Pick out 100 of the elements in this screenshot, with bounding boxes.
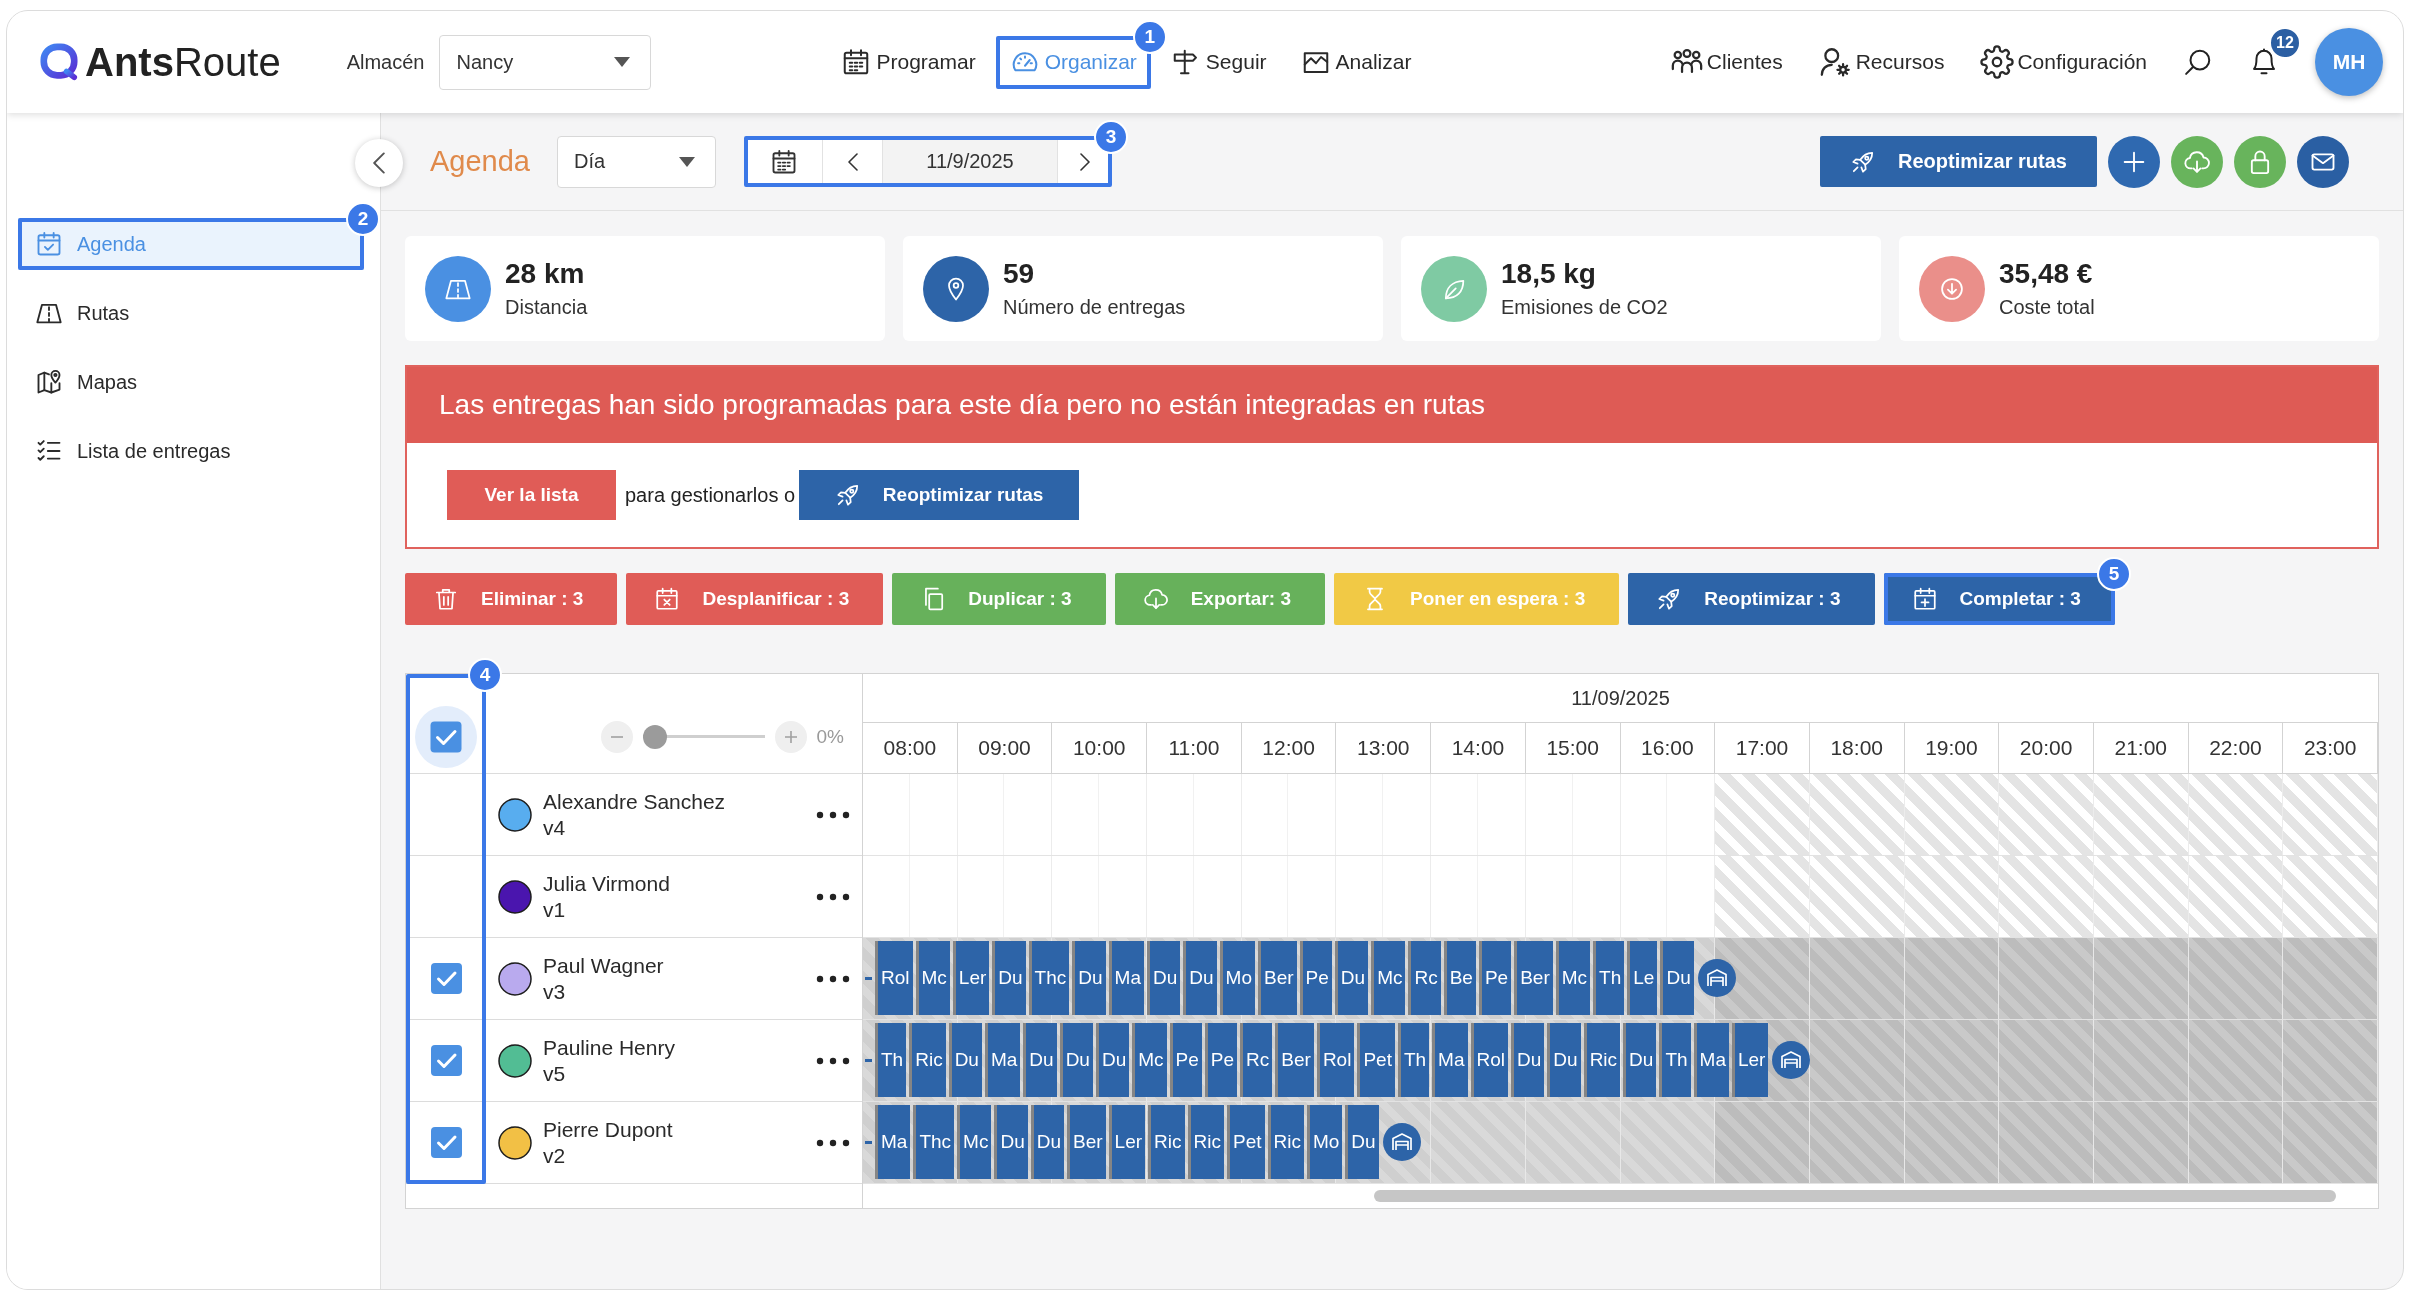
task-block[interactable]: Mo	[1306, 1105, 1343, 1179]
task-block[interactable]: Ric	[1187, 1105, 1224, 1179]
task-block[interactable]: Mo	[1219, 941, 1255, 1015]
more-icon[interactable]	[816, 974, 850, 983]
task-block[interactable]: Du	[1660, 941, 1694, 1015]
task-block[interactable]: Mc	[1555, 941, 1591, 1015]
email-button[interactable]	[2297, 135, 2349, 188]
more-icon[interactable]	[816, 892, 850, 901]
task-block[interactable]: Ler	[952, 941, 990, 1015]
slider-thumb[interactable]	[642, 724, 667, 749]
user-avatar[interactable]: MH	[2315, 28, 2383, 96]
task-block[interactable]: Du	[948, 1023, 982, 1097]
task-block[interactable]: Be	[1443, 941, 1476, 1015]
task-block[interactable]: Pet	[1357, 1023, 1395, 1097]
task-block[interactable]: Ma	[1693, 1023, 1729, 1097]
task-block[interactable]: Du	[1030, 1105, 1064, 1179]
task-block[interactable]: Ler	[1731, 1023, 1769, 1097]
task-block[interactable]: Le	[1627, 941, 1658, 1015]
task-block[interactable]: Ma	[875, 1105, 911, 1179]
task-block[interactable]: Pe	[1169, 1023, 1202, 1097]
task-block[interactable]: Pe	[1478, 941, 1512, 1015]
task-block[interactable]: Th	[875, 1023, 907, 1097]
task-block[interactable]: Pe	[1299, 941, 1332, 1015]
task-block[interactable]: Ric	[909, 1023, 946, 1097]
select-all-checkbox[interactable]	[415, 705, 477, 768]
task-block[interactable]: Mc	[957, 1105, 992, 1179]
action-button[interactable]: Eliminar : 3	[405, 573, 618, 625]
sidebar-item[interactable]: Rutas	[18, 287, 364, 339]
task-block[interactable]: Ler	[1108, 1105, 1146, 1179]
task-block[interactable]: Ric	[1267, 1105, 1304, 1179]
task-block[interactable]: Rol	[1316, 1023, 1355, 1097]
more-icon[interactable]	[816, 1138, 850, 1147]
task-block[interactable]: Du	[1511, 1023, 1545, 1097]
task-block[interactable]: Du	[1147, 941, 1181, 1015]
view-dropdown[interactable]: Día	[557, 135, 716, 188]
task-block[interactable]: Ric	[1583, 1023, 1621, 1097]
more-icon[interactable]	[816, 810, 850, 819]
download-button[interactable]	[2171, 135, 2223, 188]
task-block[interactable]: Ber	[1275, 1023, 1314, 1097]
task-block[interactable]: Thc	[913, 1105, 955, 1179]
add-button[interactable]	[2108, 135, 2160, 188]
task-block[interactable]: Ber	[1258, 941, 1297, 1015]
task-block[interactable]: Du	[1095, 1023, 1130, 1097]
action-button[interactable]: Desplanificar : 3	[626, 573, 884, 625]
task-block[interactable]: Du	[1547, 1023, 1581, 1097]
nav-link[interactable]: Configuración	[1980, 45, 2147, 79]
checkbox[interactable]	[430, 963, 462, 994]
search-icon[interactable]	[2183, 47, 2213, 77]
task-block[interactable]: Ber	[1514, 941, 1553, 1015]
reoptimize-routes-button[interactable]: Reoptimizar rutas	[1820, 136, 2097, 187]
task-block[interactable]: Rc	[1408, 941, 1441, 1015]
task-block[interactable]: Th	[1593, 941, 1625, 1015]
sidebar-item[interactable]: Mapas	[18, 356, 364, 408]
task-block[interactable]: Rol	[1470, 1023, 1509, 1097]
task-block[interactable]: Pe	[1204, 1023, 1238, 1097]
task-block[interactable]: Rc	[1240, 1023, 1273, 1097]
zoom-in-button[interactable]	[774, 720, 807, 753]
task-block[interactable]: Ma	[1108, 941, 1144, 1015]
sidebar-item[interactable]: Lista de entregas	[18, 425, 364, 477]
zoom-out-button[interactable]	[600, 720, 633, 753]
collapse-button[interactable]	[355, 139, 403, 187]
action-button[interactable]: Reoptimizar : 3	[1628, 573, 1875, 625]
lock-button[interactable]	[2234, 135, 2286, 188]
task-block[interactable]: Thc	[1028, 941, 1070, 1015]
task-block[interactable]: Du	[1334, 941, 1369, 1015]
task-block[interactable]: Mc	[915, 941, 950, 1015]
task-block[interactable]: Du	[1183, 941, 1217, 1015]
task-block[interactable]: Ric	[1148, 1105, 1185, 1179]
scrollbar-thumb[interactable]	[1374, 1190, 2336, 1202]
task-block[interactable]: Th	[1397, 1023, 1430, 1097]
task-block[interactable]: Mc	[1371, 941, 1406, 1015]
nav-tab[interactable]: Programar	[827, 35, 990, 89]
checkbox[interactable]	[430, 1045, 462, 1076]
task-block[interactable]: Ma	[1432, 1023, 1468, 1097]
warehouse-dropdown[interactable]: Nancy	[439, 34, 652, 90]
task-block[interactable]: Du	[1345, 1105, 1379, 1179]
task-block[interactable]: Du	[1059, 1023, 1093, 1097]
caret-down-icon	[614, 57, 631, 67]
task-block[interactable]: Rol	[875, 941, 913, 1015]
task-block[interactable]: Mc	[1132, 1023, 1167, 1097]
task-block[interactable]: Du	[1072, 941, 1106, 1015]
logo-icon	[40, 43, 78, 81]
task-block[interactable]: Ma	[984, 1023, 1021, 1097]
checkbox[interactable]	[430, 1127, 462, 1158]
task-block[interactable]: Du	[994, 1105, 1028, 1179]
task-block[interactable]: Du	[992, 941, 1026, 1015]
nav-tab[interactable]: Analizar	[1286, 35, 1426, 89]
view-list-button[interactable]: Ver la lista	[447, 470, 616, 520]
hour-header-cell: 19:00	[1904, 723, 2000, 773]
task-block[interactable]: Pet	[1226, 1105, 1265, 1179]
task-block[interactable]: Du	[1023, 1023, 1057, 1097]
task-block[interactable]: Th	[1659, 1023, 1691, 1097]
reoptimize-button[interactable]: Reoptimizar rutas	[799, 470, 1080, 520]
more-icon[interactable]	[816, 1056, 850, 1065]
date-field[interactable]: 11/9/2025	[883, 137, 1058, 186]
nav-link[interactable]: Clientes	[1669, 45, 1783, 79]
nav-link[interactable]: Recursos	[1818, 45, 1945, 79]
calendar-x-icon	[654, 586, 681, 612]
task-block[interactable]: Ber	[1067, 1105, 1106, 1179]
task-block[interactable]: Du	[1623, 1023, 1657, 1097]
